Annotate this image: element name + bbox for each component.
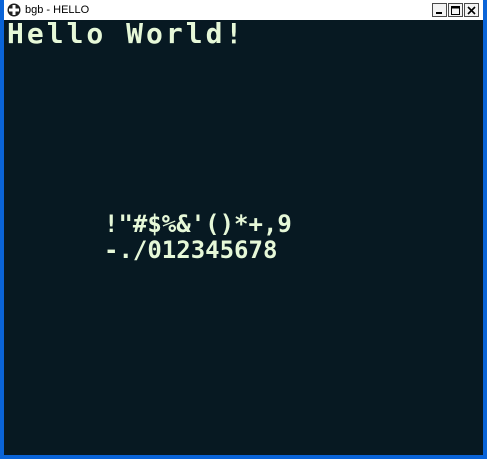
charset-row-1: !"#$%&'()*+,9 — [104, 210, 292, 238]
minimize-icon — [436, 11, 442, 14]
window-controls — [432, 3, 479, 17]
emulator-window: bgb - HELLO Hello World! !"#$%&'()*+,9 -… — [0, 0, 487, 459]
minimize-button[interactable] — [432, 3, 447, 17]
close-icon — [467, 5, 476, 15]
close-button[interactable] — [464, 3, 479, 17]
maximize-button[interactable] — [448, 3, 463, 17]
dpad-icon[interactable] — [7, 3, 21, 17]
maximize-icon — [451, 5, 460, 15]
heading-text: Hello World! — [7, 20, 246, 50]
title-bar[interactable]: bgb - HELLO — [4, 0, 483, 20]
charset-row-2: -./012345678 — [104, 236, 278, 264]
game-screen[interactable]: Hello World! !"#$%&'()*+,9 -./012345678 — [4, 20, 483, 455]
window-title: bgb - HELLO — [25, 4, 90, 16]
